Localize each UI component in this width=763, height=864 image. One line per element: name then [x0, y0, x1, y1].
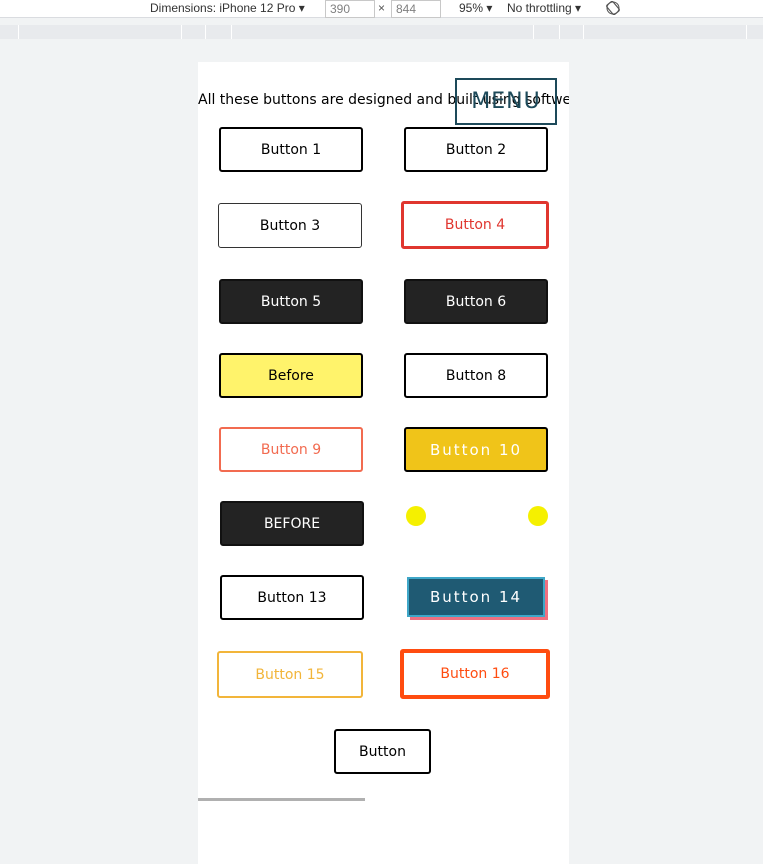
button-2[interactable]: Button 2 [404, 127, 548, 172]
ruler-tick [18, 25, 19, 39]
ruler-tick [583, 25, 584, 39]
button-before-caps[interactable]: BEFORE [220, 501, 364, 546]
button-15[interactable]: Button 15 [217, 651, 363, 698]
ruler-tick [533, 25, 534, 39]
button-5[interactable]: Button 5 [219, 279, 363, 324]
times-separator: × [378, 1, 386, 15]
zoom-select[interactable]: 95% ▾ [459, 1, 492, 15]
button-6[interactable]: Button 6 [404, 279, 548, 324]
menu-button[interactable]: MENU [455, 78, 557, 125]
button-before[interactable]: Before [219, 353, 363, 398]
button-8[interactable]: Button 8 [404, 353, 548, 398]
ruler-tick [181, 25, 182, 39]
button-3[interactable]: Button 3 [218, 203, 362, 248]
button-9[interactable]: Button 9 [219, 427, 363, 472]
dot-right [528, 506, 548, 526]
button-14[interactable]: Button 14 [407, 577, 545, 617]
button-16[interactable]: Button 16 [400, 649, 550, 699]
throttling-select[interactable]: No throttling ▾ [507, 1, 581, 15]
button-10[interactable]: Button 10 [404, 427, 548, 472]
ruler-tick [746, 25, 747, 39]
ruler-tick [205, 25, 206, 39]
height-input[interactable]: 844 [391, 0, 441, 18]
button-1[interactable]: Button 1 [219, 127, 363, 172]
button-plain[interactable]: Button [334, 729, 431, 774]
ruler-tick [231, 25, 232, 39]
device-viewport: All these buttons are designed and built… [198, 62, 569, 864]
width-input[interactable]: 390 [325, 0, 375, 18]
dot-left [406, 506, 426, 526]
device-dimensions-select[interactable]: Dimensions: iPhone 12 Pro ▾ [150, 1, 305, 15]
scroll-progress-bar [198, 798, 365, 801]
button-13[interactable]: Button 13 [220, 575, 364, 620]
media-query-ruler [0, 25, 763, 39]
rotate-icon[interactable] [606, 0, 620, 16]
button-4[interactable]: Button 4 [401, 201, 549, 249]
ruler-tick [559, 25, 560, 39]
devtools-toolbar: Dimensions: iPhone 12 Pro ▾ 390 × 844 95… [0, 0, 763, 18]
